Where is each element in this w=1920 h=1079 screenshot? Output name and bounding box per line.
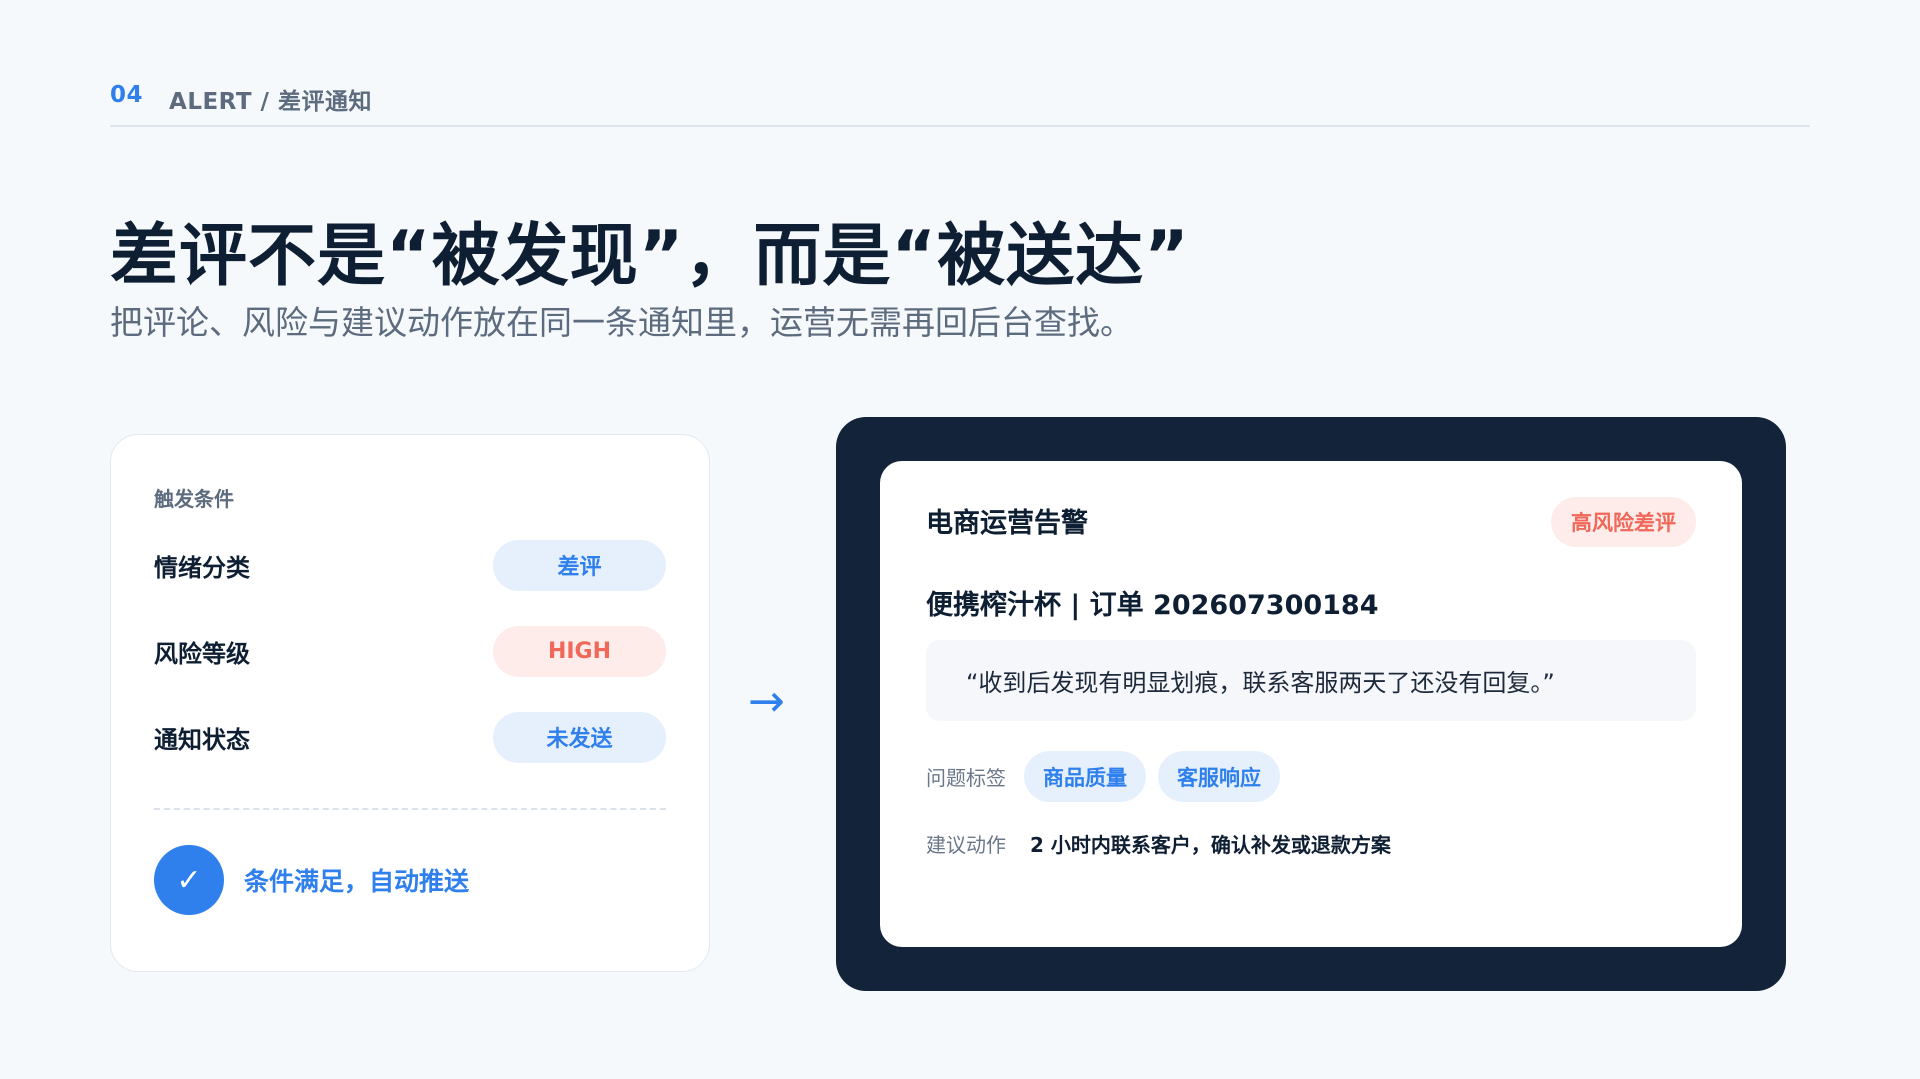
condition-value-badge: 未发送	[493, 711, 666, 763]
condition-label: 情绪分类	[154, 553, 250, 582]
page-title: 差评不是“被发现”，而是“被送达”	[110, 217, 1190, 296]
risk-badge: 高风险差评	[1551, 497, 1696, 547]
suggested-action-row: 建议动作 2 小时内联系客户，确认补发或退款方案	[926, 829, 1391, 858]
breadcrumb: ALERT / 差评通知	[169, 89, 372, 115]
condition-result-text: 条件满足，自动推送	[244, 867, 470, 896]
review-quote: “收到后发现有明显划痕，联系客服两天了还没有回复。”	[926, 640, 1696, 721]
product-order-line: 便携榨汁杯 | 订单 202607300184	[926, 590, 1379, 621]
condition-label: 风险等级	[154, 639, 250, 668]
dashed-divider	[154, 808, 666, 810]
issue-tag: 客服响应	[1158, 751, 1280, 802]
page-subtitle: 把评论、风险与建议动作放在同一条通知里，运营无需再回后台查找。	[110, 303, 1133, 342]
condition-result: ✓ 条件满足，自动推送	[154, 845, 469, 915]
section-number: 04	[110, 82, 144, 108]
section-header: 04 ALERT / 差评通知	[110, 82, 1810, 127]
arrow-right-icon: →	[748, 676, 785, 727]
issue-tag: 商品质量	[1024, 751, 1146, 802]
condition-value-badge: HIGH	[493, 625, 666, 677]
trigger-card-title: 触发条件	[154, 487, 234, 511]
notification-device-frame: 电商运营告警 高风险差评 便携榨汁杯 | 订单 202607300184 “收到…	[836, 417, 1786, 991]
trigger-conditions-card: 触发条件 情绪分类 差评 风险等级 HIGH 通知状态 未发送 ✓ 条件满足，自…	[110, 434, 710, 972]
check-icon: ✓	[154, 845, 224, 915]
issue-tags-row: 问题标签 商品质量 客服响应	[926, 751, 1280, 802]
notification-card: 电商运营告警 高风险差评 便携榨汁杯 | 订单 202607300184 “收到…	[880, 461, 1742, 947]
condition-label: 通知状态	[154, 725, 250, 754]
issue-tags-label: 问题标签	[926, 766, 1006, 790]
condition-row-notify-status: 通知状态 未发送	[154, 711, 666, 763]
slide: 04 ALERT / 差评通知 差评不是“被发现”，而是“被送达” 把评论、风险…	[0, 0, 1920, 1079]
condition-row-risk-level: 风险等级 HIGH	[154, 625, 666, 677]
notification-title: 电商运营告警	[926, 508, 1088, 539]
condition-value-badge: 差评	[493, 539, 666, 591]
condition-row-sentiment: 情绪分类 差评	[154, 539, 666, 591]
suggested-action-label: 建议动作	[926, 833, 1006, 857]
suggested-action-text: 2 小时内联系客户，确认补发或退款方案	[1030, 833, 1391, 857]
